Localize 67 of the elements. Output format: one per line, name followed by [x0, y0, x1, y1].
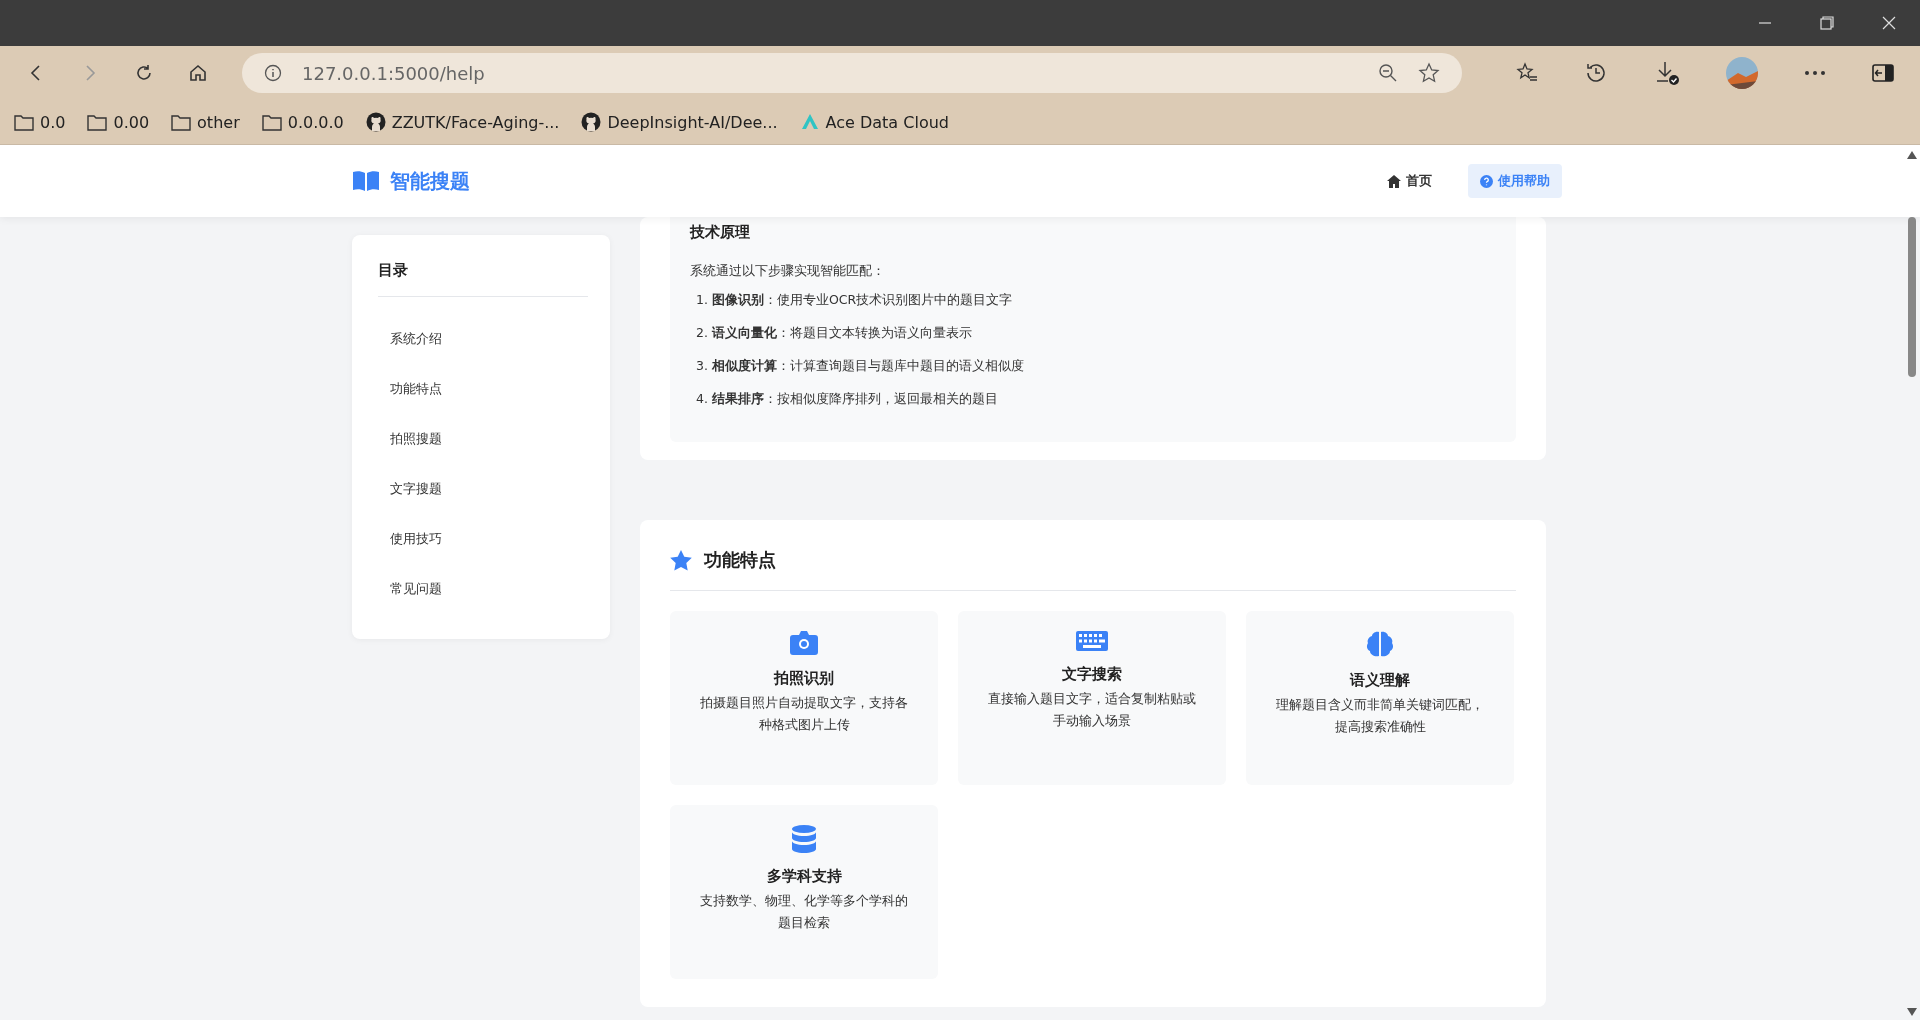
address-bar[interactable]: 127.0.0.1:5000/help [242, 53, 1462, 93]
avatar-icon[interactable] [1726, 57, 1758, 89]
help-icon [1480, 174, 1493, 188]
brain-icon [1366, 631, 1394, 657]
github-icon [581, 112, 602, 132]
step-text: 结果排序：按相似度降序排列，返回最相关的题目 [711, 391, 998, 408]
bookmark[interactable]: 0.0 [14, 112, 66, 132]
bookmark[interactable]: Ace Data Cloud [799, 112, 949, 132]
bookmark[interactable]: 0.0.0.0 [261, 112, 344, 132]
scrollbar-thumb[interactable] [1908, 217, 1916, 377]
restore-icon[interactable] [1820, 16, 1834, 30]
folder-icon [171, 113, 192, 131]
feature-title: 拍照识别 [774, 669, 834, 688]
download-icon[interactable] [1654, 60, 1680, 86]
feature-title: 语义理解 [1350, 671, 1410, 690]
scroll-down-icon[interactable] [1907, 1008, 1917, 1016]
feature-title: 多学科支持 [766, 867, 842, 886]
brand-name[interactable]: 智能搜题 [390, 167, 470, 195]
star-icon [670, 549, 692, 571]
toc-link[interactable]: 系统介绍 [378, 315, 442, 363]
toc-link[interactable]: 功能特点 [378, 365, 442, 413]
feature-description: 拍摄题目照片自动提取文字，支持各种格式图片上传 [700, 694, 908, 734]
feature-description: 理解题目含义而非简单关键词匹配，提高搜索准确性 [1276, 696, 1484, 736]
bookmark[interactable]: other [171, 112, 240, 132]
section-title: 功能特点 [704, 548, 776, 572]
info-icon[interactable] [264, 64, 282, 82]
intro-text: 系统通过以下步骤实现智能匹配： [690, 262, 886, 280]
folder-icon [261, 113, 282, 131]
step-number: 4. [696, 391, 708, 408]
database-icon [792, 825, 816, 853]
feature-title: 文字搜索 [1062, 665, 1122, 684]
feature-description: 支持数学、物理、化学等多个学科的题目检索 [700, 892, 908, 932]
home-icon [1387, 174, 1401, 188]
more-icon[interactable] [1804, 70, 1826, 76]
sidebar-icon[interactable] [1872, 64, 1894, 82]
star-icon[interactable] [1418, 62, 1440, 84]
bookmark[interactable]: DeepInsight-AI/Dee... [581, 112, 778, 132]
book-icon [352, 170, 380, 192]
history-icon[interactable] [1584, 61, 1608, 85]
folder-icon [87, 113, 108, 131]
step-text: 相似度计算：计算查询题目与题库中题目的语义相似度 [711, 358, 1024, 375]
bookmark[interactable]: ZZUTK/Face-Aging-... [365, 112, 560, 132]
scroll-up-icon[interactable] [1907, 151, 1917, 159]
step-number: 3. [696, 358, 708, 375]
toc-link[interactable]: 常见问题 [378, 565, 442, 613]
logo-icon [799, 112, 820, 132]
keyboard-icon [1076, 631, 1108, 651]
toc-link[interactable]: 使用技巧 [378, 515, 442, 563]
toc-link[interactable]: 文字搜题 [378, 465, 442, 513]
folder-icon [14, 113, 34, 131]
github-icon [365, 112, 386, 132]
favorites-icon[interactable] [1516, 62, 1538, 84]
step-number: 2. [696, 325, 708, 342]
bookmark[interactable]: 0.00 [87, 112, 150, 132]
feature-description: 直接输入题目文字，适合复制粘贴或手动输入场景 [988, 690, 1196, 730]
section-subtitle: 技术原理 [690, 223, 751, 242]
nav-link[interactable]: 首页 [1375, 164, 1444, 198]
step-text: 图像识别：使用专业OCR技术识别图片中的题目文字 [711, 292, 1013, 309]
toc-title: 目录 [378, 261, 588, 297]
refresh-icon[interactable] [134, 63, 154, 83]
zoom-out-icon[interactable] [1378, 63, 1398, 83]
home-icon[interactable] [188, 63, 208, 83]
step-number: 1. [696, 292, 708, 309]
camera-icon [790, 631, 818, 655]
close-icon[interactable] [1882, 16, 1896, 30]
toc-link[interactable]: 拍照搜题 [378, 415, 442, 463]
step-text: 语义向量化：将题目文本转换为语义向量表示 [711, 325, 972, 342]
